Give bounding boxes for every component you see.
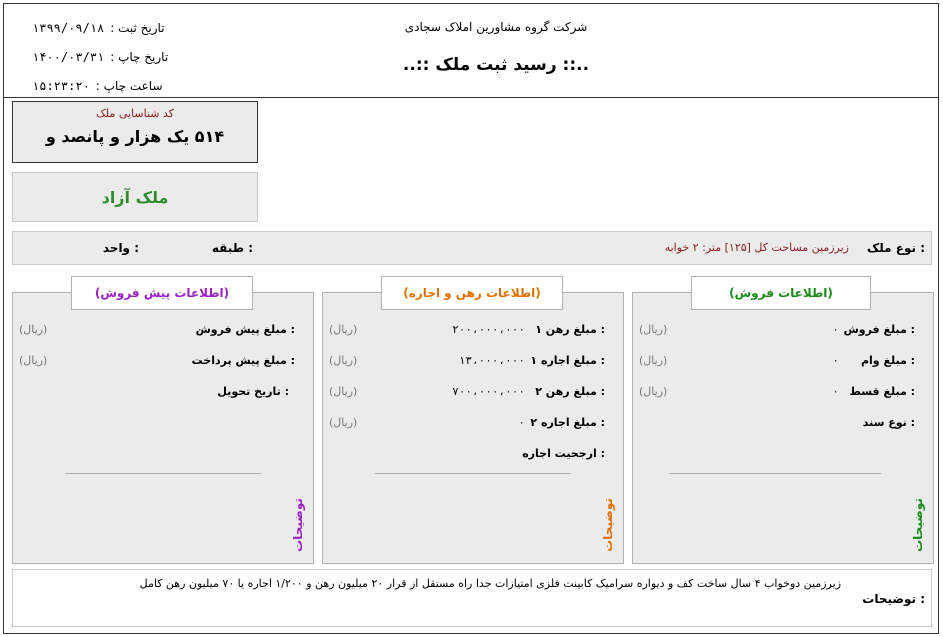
deed-type-row: نوع سند : [639,413,927,433]
receipt-meta: تاریخ ثبت : ۱۳۹۹/۰۹/۱۸ تاریخ چاپ : ۱۴۰۰/… [32,13,222,100]
sale-price-unit: (ریال) [639,323,668,336]
presale-price-unit: (ریال) [19,323,48,336]
sale-description-label: توضیحات [909,491,927,559]
rent-priority-label: ارجحیت اجاره : [522,447,605,460]
property-status-box: ملک آزاد [12,172,258,222]
notes-box: توضیحات : زیرزمین دوخواب ۴ سال ساخت کف و… [12,569,932,627]
rent-priority-row: ارجحیت اجاره : [329,444,617,464]
rent-1-row: مبلغ اجاره ۱ : ۱۳،۰۰۰،۰۰۰ (ریال) [329,351,617,371]
rent-2-label: مبلغ اجاره ۲ : [530,416,605,429]
notes-label: توضیحات : [862,592,925,606]
print-time-value: ۱۵:۲۳:۲۰ [32,78,90,93]
sale-price-value: ۰ [832,323,839,336]
installment-row: مبلغ قسط : ۰ (ریال) [639,382,927,402]
print-date-value: ۱۴۰۰/۰۳/۳۱ [32,49,105,64]
down-payment-row: مبلغ پیش پرداخت : ۰ (ریال) [19,351,307,371]
notes-text: زیرزمین دوخواب ۴ سال ساخت کف و دیواره سر… [139,577,841,590]
print-date-label: تاریخ چاپ : [110,49,169,64]
presale-panel: (اطلاعات پیش فروش) مبلغ پیش فروش : ۰ (ری… [12,276,314,564]
property-type-bar: نوع ملک : زیرزمین مساحت کل [۱۲۵] متر: ۲ … [12,231,932,265]
presale-price-label: مبلغ پیش فروش : [195,323,295,336]
rent-2-row: مبلغ اجاره ۲ : ۰ (ریال) [329,413,617,433]
presale-panel-title: (اطلاعات پیش فروش) [71,276,253,310]
deed-type-label: نوع سند : [862,416,915,429]
rent-2-value: ۰ [518,416,525,429]
property-type-desc: زیرزمین مساحت کل [۱۲۵] متر: ۲ خوابه [664,241,849,254]
rent-1-label: مبلغ اجاره ۱ : [530,354,605,367]
installment-unit: (ریال) [639,385,668,398]
loan-amount-unit: (ریال) [639,354,668,367]
mortgage-2-label: مبلغ رهن ۲ : [535,385,605,398]
property-id-caption: کد شناسایی ملک [95,107,175,120]
registration-date-value: ۱۳۹۹/۰۹/۱۸ [32,20,105,35]
down-payment-value: ۰ [196,354,203,367]
loan-amount-row: مبلغ وام : ۰ (ریال) [639,351,927,371]
mortgage-2-value: ۷۰۰،۰۰۰،۰۰۰ [452,385,525,398]
property-type-label: نوع ملک : [866,241,925,255]
presale-description-label: توضیحات [289,491,307,559]
presale-price-row: مبلغ پیش فروش : ۰ (ریال) [19,320,307,340]
sale-price-label: مبلغ فروش : [843,323,915,336]
mortgage-2-row: مبلغ رهن ۲ : ۷۰۰،۰۰۰،۰۰۰ (ریال) [329,382,617,402]
sale-divider [669,473,881,474]
sale-description-text: توضیحات [911,498,925,552]
installment-label: مبلغ قسط : [849,385,915,398]
rent-1-unit: (ریال) [329,354,358,367]
delivery-date-row: تاریخ تحویل : [19,382,307,402]
registration-date: تاریخ ثبت : ۱۳۹۹/۰۹/۱۸ [32,13,222,42]
receipt-header: شرکت گروه مشاورین املاک سجادی ..:: رسید … [4,4,938,98]
down-payment-unit: (ریال) [19,354,48,367]
print-date: تاریخ چاپ : ۱۴۰۰/۰۳/۳۱ [32,42,222,71]
sale-price-row: مبلغ فروش : ۰ (ریال) [639,320,927,340]
print-time-label: ساعت چاپ : [95,78,163,93]
presale-divider [65,473,261,474]
sale-panel-title: (اطلاعات فروش) [691,276,871,310]
receipt-frame: شرکت گروه مشاورین املاک سجادی ..:: رسید … [3,3,939,634]
down-payment-label: مبلغ پیش پرداخت : [191,354,295,367]
rent-2-unit: (ریال) [329,416,358,429]
rent-panel-title: (اطلاعات رهن و اجاره) [381,276,563,310]
installment-value: ۰ [832,385,839,398]
property-id-value: ۵۱۴ یک هزار و پانصد و [45,127,225,146]
rent-description-label: توضیحات [599,491,617,559]
delivery-date-label: تاریخ تحویل : [217,385,289,398]
rent-divider [375,473,571,474]
unit-label: واحد : [102,241,139,255]
rent-panel: (اطلاعات رهن و اجاره) مبلغ رهن ۱ : ۲۰۰،۰… [322,276,624,564]
floor-label: طبقه : [211,241,253,255]
rent-1-value: ۱۳،۰۰۰،۰۰۰ [458,354,525,367]
mortgage-1-unit: (ریال) [329,323,358,336]
sale-panel: (اطلاعات فروش) مبلغ فروش : ۰ (ریال) مبلغ… [632,276,934,564]
print-time: ساعت چاپ : ۱۵:۲۳:۲۰ [32,71,222,100]
property-id-box: کد شناسایی ملک ۵۱۴ یک هزار و پانصد و [12,101,258,163]
loan-amount-value: ۰ [832,354,839,367]
property-status: ملک آزاد [101,187,169,207]
presale-price-value: ۰ [196,323,203,336]
presale-description-text: توضیحات [291,498,305,552]
mortgage-1-label: مبلغ رهن ۱ : [535,323,605,336]
mortgage-1-value: ۲۰۰،۰۰۰،۰۰۰ [452,323,525,336]
rent-description-text: توضیحات [601,498,615,552]
mortgage-2-unit: (ریال) [329,385,358,398]
loan-amount-label: مبلغ وام : [860,354,915,367]
registration-date-label: تاریخ ثبت : [110,20,165,35]
mortgage-1-row: مبلغ رهن ۱ : ۲۰۰،۰۰۰،۰۰۰ (ریال) [329,320,617,340]
